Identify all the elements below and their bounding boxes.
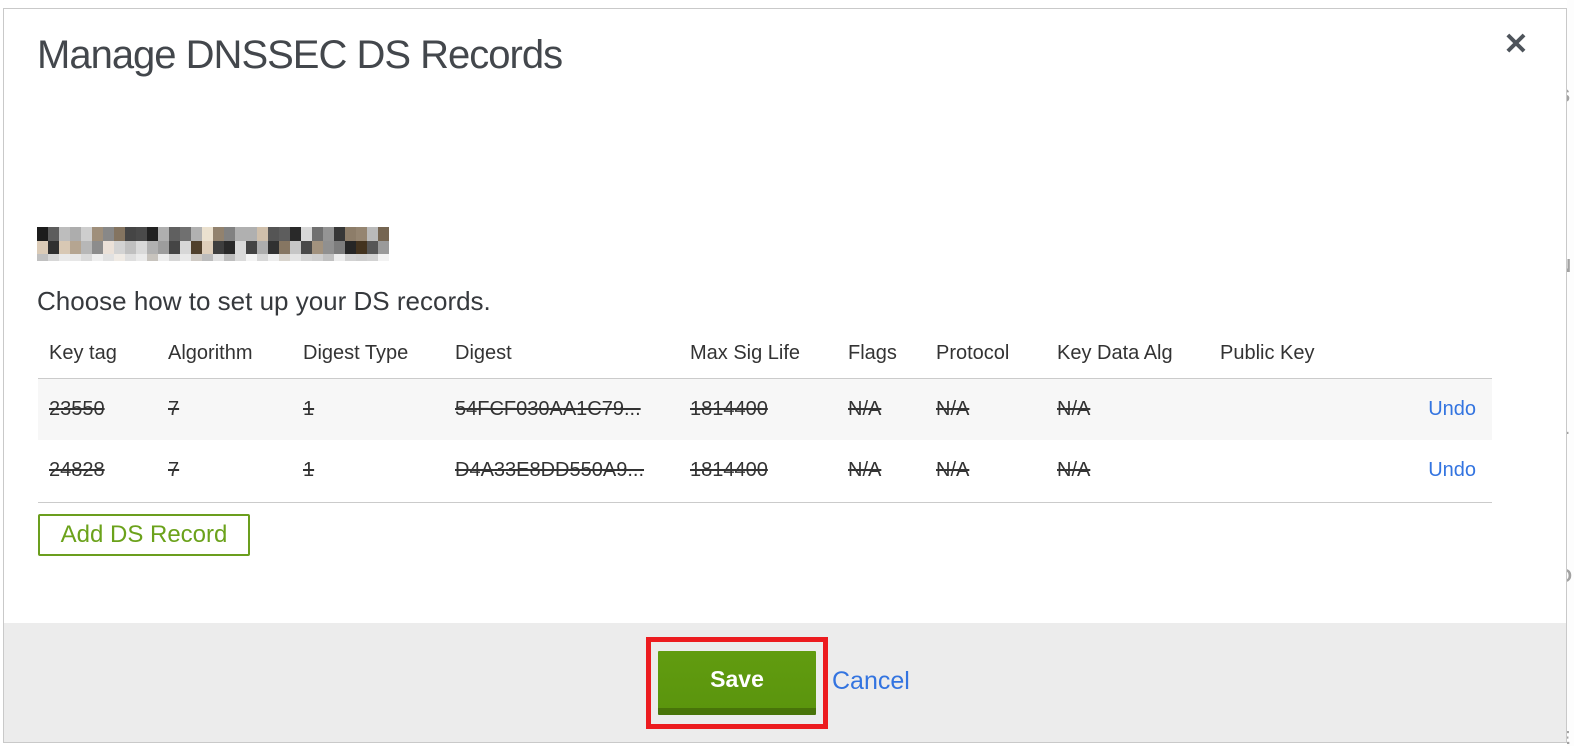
undo-link[interactable]: Undo — [1428, 398, 1476, 420]
cell-key-tag: 24828 — [49, 459, 105, 482]
cell-digest: D4A33E8DD550A9... — [455, 459, 645, 482]
cell-digest-type: 1 — [303, 397, 315, 420]
col-public-key: Public Key — [1220, 330, 1366, 379]
background-text-fragment: E — [1567, 728, 1574, 746]
background-text-fragment: o — [1567, 316, 1574, 333]
col-action — [1366, 330, 1492, 379]
background-text-fragment: N — [1567, 256, 1574, 277]
page-title: Manage DNSSEC DS Records — [37, 33, 563, 77]
close-icon[interactable]: ✕ — [1496, 25, 1536, 65]
undo-link[interactable]: Undo — [1428, 459, 1476, 481]
cancel-link[interactable]: Cancel — [832, 667, 910, 696]
background-text-fragment: o — [1567, 626, 1574, 643]
instruction-text: Choose how to set up your DS records. — [37, 286, 491, 316]
col-algorithm: Algorithm — [168, 330, 303, 379]
table-header: Key tag Algorithm Digest Type Digest Max… — [38, 330, 1492, 379]
cell-action: Undo — [1366, 440, 1492, 502]
col-key-data-alg: Key Data Alg — [1057, 330, 1220, 379]
cell-public-key — [1220, 378, 1366, 440]
modal-footer: Save Cancel — [4, 623, 1566, 742]
cell-digest-type: 1 — [303, 459, 315, 482]
background-text-fragment: o — [1567, 476, 1574, 493]
col-protocol: Protocol — [936, 330, 1057, 379]
col-flags: Flags — [848, 330, 936, 379]
background-text-fragment: O — [1567, 566, 1574, 587]
redacted-domain-name — [37, 227, 389, 263]
cell-protocol: N/A — [936, 459, 970, 482]
cell-public-key — [1220, 440, 1366, 502]
cell-flags: N/A — [848, 397, 882, 420]
cell-action: Undo — [1366, 378, 1492, 440]
add-ds-record-button[interactable]: Add DS Record — [38, 514, 250, 556]
cell-protocol: N/A — [936, 397, 970, 420]
background-text-fragment: d — [1567, 140, 1574, 157]
annotation-highlight-box: Save — [646, 637, 828, 729]
cell-key-data-alg: N/A — [1057, 459, 1091, 482]
table-row: 23550 7 1 54FCF030AA1C79... 1814400 N/A … — [38, 378, 1492, 440]
save-button[interactable]: Save — [658, 651, 816, 715]
cell-max-sig-life: 1814400 — [690, 397, 768, 420]
cell-algorithm: 7 — [168, 459, 180, 482]
background-text-fragment: S — [1567, 86, 1574, 107]
ds-records-table: Key tag Algorithm Digest Type Digest Max… — [38, 330, 1492, 503]
col-max-sig-life: Max Sig Life — [690, 330, 848, 379]
cell-digest: 54FCF030AA1C79... — [455, 397, 641, 420]
cell-max-sig-life: 1814400 — [690, 459, 768, 482]
page-background: Sd No Lo Oo E Manage DNSSEC DS Records ✕ Cho… — [0, 0, 1574, 746]
col-key-tag: Key tag — [38, 330, 168, 379]
background-text-fragment: L — [1567, 418, 1574, 439]
background-page-strip: Sd No Lo Oo E — [1567, 0, 1574, 746]
cell-flags: N/A — [848, 459, 882, 482]
col-digest-type: Digest Type — [303, 330, 455, 379]
dnssec-modal: Manage DNSSEC DS Records ✕ Choose how to… — [3, 8, 1567, 743]
col-digest: Digest — [455, 330, 690, 379]
table-row: 24828 7 1 D4A33E8DD550A9... 1814400 N/A … — [38, 440, 1492, 502]
cell-key-tag: 23550 — [49, 397, 105, 420]
cell-algorithm: 7 — [168, 397, 180, 420]
cell-key-data-alg: N/A — [1057, 397, 1091, 420]
